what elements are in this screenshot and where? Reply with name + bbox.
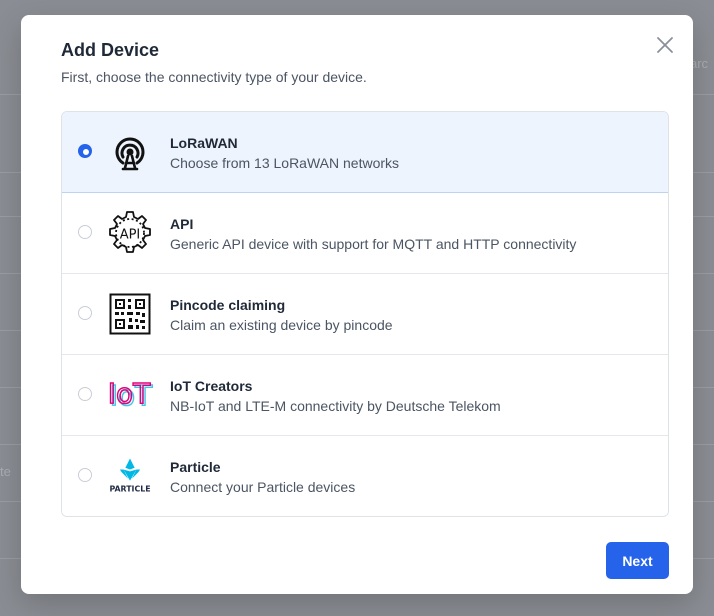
option-particle[interactable]: PARTICLE Particle Connect your Particle … (62, 436, 668, 516)
add-device-dialog: Add Device First, choose the connectivit… (21, 15, 693, 594)
option-title: Pincode claiming (170, 297, 286, 313)
option-description: Claim an existing device by pincode (170, 317, 393, 333)
dialog-subtitle: First, choose the connectivity type of y… (61, 69, 367, 85)
option-iot-creators[interactable]: IoT IoT IoT Creators NB-IoT and LTE-M co… (62, 355, 668, 436)
radio-particle[interactable] (78, 468, 92, 482)
option-title: Particle (170, 459, 221, 475)
radio-pincode-claiming[interactable] (78, 306, 92, 320)
radio-tower-icon (106, 128, 154, 176)
option-api[interactable]: API API Generic API device with support … (62, 193, 668, 274)
next-button[interactable]: Next (606, 542, 669, 579)
option-description: Connect your Particle devices (170, 479, 356, 495)
iot-creators-logo: IoT IoT (106, 371, 154, 419)
svg-text:IoT: IoT (108, 377, 151, 410)
close-icon (657, 37, 673, 53)
option-description: Generic API device with support for MQTT… (170, 236, 577, 252)
background-text-fragment: te (0, 464, 11, 479)
svg-text:PARTICLE: PARTICLE (109, 485, 150, 494)
connectivity-options: LoRaWAN Choose from 13 LoRaWAN networks … (61, 111, 669, 517)
option-title: IoT Creators (170, 378, 253, 394)
option-lorawan[interactable]: LoRaWAN Choose from 13 LoRaWAN networks (62, 112, 668, 193)
qr-code-icon (106, 290, 154, 338)
api-gear-icon: API (106, 209, 154, 257)
option-title: LoRaWAN (170, 135, 238, 151)
option-description: NB-IoT and LTE-M connectivity by Deutsch… (170, 398, 501, 414)
option-title: API (170, 216, 194, 232)
option-pincode-claiming[interactable]: Pincode claiming Claim an existing devic… (62, 274, 668, 355)
svg-text:API: API (120, 228, 141, 243)
particle-logo: PARTICLE (106, 452, 154, 500)
radio-iot-creators[interactable] (78, 387, 92, 401)
option-description: Choose from 13 LoRaWAN networks (170, 155, 400, 171)
close-button[interactable] (651, 31, 679, 59)
radio-api[interactable] (78, 225, 92, 239)
radio-lorawan[interactable] (78, 144, 92, 158)
dialog-title: Add Device (61, 40, 160, 60)
